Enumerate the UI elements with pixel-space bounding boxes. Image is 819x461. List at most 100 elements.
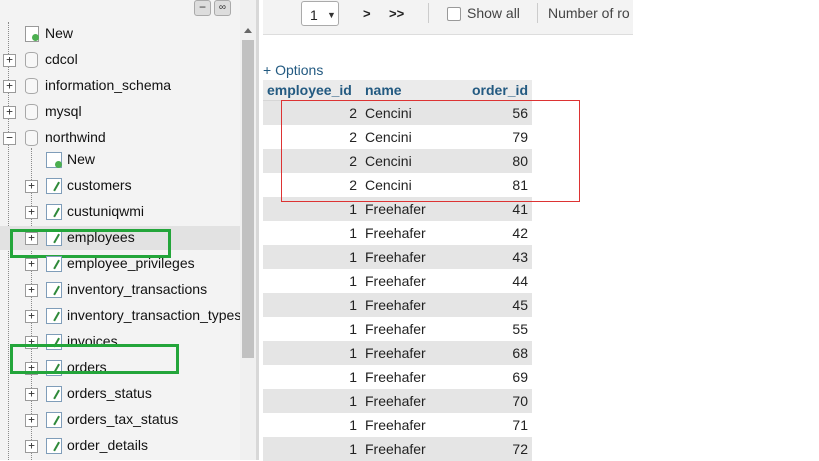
- tree-item-label[interactable]: inventory_transactions: [67, 281, 207, 297]
- cell-name: Freehafer: [361, 437, 465, 461]
- tree-item-orders-status[interactable]: + orders_status: [0, 382, 240, 406]
- table-icon: [46, 308, 62, 324]
- options-link[interactable]: + Options: [263, 62, 323, 78]
- table-row[interactable]: 1Freehafer55: [263, 317, 532, 341]
- tree-item-order-details[interactable]: + order_details: [0, 434, 240, 458]
- tree-item-label[interactable]: New: [45, 25, 73, 41]
- last-page-button[interactable]: >>: [389, 6, 404, 21]
- cell-order-id: 69: [465, 365, 532, 389]
- tree-item-northwind[interactable]: − northwind: [0, 126, 240, 150]
- cell-name: Freehafer: [361, 317, 465, 341]
- collapse-all-icon[interactable]: −: [194, 0, 211, 16]
- cell-employee-id: 1: [263, 365, 361, 389]
- table-row[interactable]: 1Freehafer71: [263, 413, 532, 437]
- tree-item-label[interactable]: orders_status: [67, 385, 152, 401]
- expand-icon[interactable]: +: [3, 54, 16, 67]
- table-row[interactable]: 1Freehafer69: [263, 365, 532, 389]
- table-icon: [46, 204, 62, 220]
- new-database-icon: [25, 26, 39, 42]
- tree-item-new[interactable]: New: [0, 22, 240, 46]
- expand-icon[interactable]: +: [25, 440, 38, 453]
- cell-employee-id: 1: [263, 341, 361, 365]
- cell-order-id: 42: [465, 221, 532, 245]
- tree-item-orders-tax-status[interactable]: + orders_tax_status: [0, 408, 240, 432]
- cell-employee-id: 1: [263, 269, 361, 293]
- table-row[interactable]: 1Freehafer43: [263, 245, 532, 269]
- column-header-name[interactable]: name: [361, 80, 465, 101]
- cell-order-id: 44: [465, 269, 532, 293]
- tree-item-custuniqwmi[interactable]: + custuniqwmi: [0, 200, 240, 224]
- cell-name: Freehafer: [361, 269, 465, 293]
- tree-item-label[interactable]: employee_privileges: [67, 255, 195, 271]
- column-header-employee-id[interactable]: employee_id: [263, 80, 361, 101]
- tree-item-label[interactable]: New: [67, 151, 95, 167]
- expand-icon[interactable]: +: [25, 310, 38, 323]
- expand-icon[interactable]: +: [25, 180, 38, 193]
- results-header-row: employee_id name order_id: [263, 80, 532, 101]
- tree-item-inventory-transactions[interactable]: + inventory_transactions: [0, 278, 240, 302]
- results-toolbar: 1 ▼ > >> Show all Number of ro: [263, 0, 633, 35]
- tree-item-information-schema[interactable]: + information_schema: [0, 74, 240, 98]
- tree-item-label[interactable]: cdcol: [45, 51, 78, 67]
- tree-item-inventory-transaction-types[interactable]: + inventory_transaction_types: [0, 304, 240, 328]
- table-icon: [46, 412, 62, 428]
- collapse-icon[interactable]: −: [3, 132, 16, 145]
- page-select[interactable]: 1 ▼: [301, 1, 339, 26]
- database-icon: [25, 130, 38, 146]
- table-row[interactable]: 1Freehafer72: [263, 437, 532, 461]
- cell-employee-id: 1: [263, 317, 361, 341]
- tree-item-label[interactable]: inventory_transaction_types: [67, 307, 241, 323]
- table-icon: [46, 256, 62, 272]
- cell-order-id: 55: [465, 317, 532, 341]
- cell-employee-id: 1: [263, 293, 361, 317]
- cell-order-id: 70: [465, 389, 532, 413]
- expand-icon[interactable]: +: [25, 388, 38, 401]
- expand-icon[interactable]: +: [25, 414, 38, 427]
- tree-item-label[interactable]: northwind: [45, 129, 106, 145]
- table-row[interactable]: 1Freehafer44: [263, 269, 532, 293]
- expand-icon[interactable]: +: [3, 106, 16, 119]
- cencini-rows-highlight: [281, 100, 580, 202]
- cell-employee-id: 1: [263, 389, 361, 413]
- cell-order-id: 68: [465, 341, 532, 365]
- cell-order-id: 43: [465, 245, 532, 269]
- nav-scrollbar[interactable]: [240, 0, 256, 460]
- tree-item-cdcol[interactable]: + cdcol: [0, 48, 240, 72]
- tree-item-employee-privileges[interactable]: + employee_privileges: [0, 252, 240, 276]
- cell-name: Freehafer: [361, 389, 465, 413]
- expand-icon[interactable]: +: [3, 80, 16, 93]
- expand-icon[interactable]: +: [25, 206, 38, 219]
- expand-icon[interactable]: +: [25, 258, 38, 271]
- table-row[interactable]: 1Freehafer68: [263, 341, 532, 365]
- table-row[interactable]: 1Freehafer42: [263, 221, 532, 245]
- scroll-up-arrow-icon[interactable]: [244, 28, 252, 33]
- tree-item-label[interactable]: mysql: [45, 103, 82, 119]
- table-icon: [46, 438, 62, 454]
- cell-employee-id: 1: [263, 221, 361, 245]
- column-header-order-id[interactable]: order_id: [465, 80, 532, 101]
- table-row[interactable]: 1Freehafer70: [263, 389, 532, 413]
- highlight-box-orders: [10, 344, 179, 374]
- table-icon: [46, 386, 62, 402]
- tree-item-label[interactable]: order_details: [67, 437, 148, 453]
- panel-divider[interactable]: [256, 0, 259, 460]
- number-of-rows-label: Number of ro: [548, 5, 633, 21]
- expand-icon[interactable]: +: [25, 284, 38, 297]
- cell-name: Freehafer: [361, 413, 465, 437]
- link-icon[interactable]: ∞: [214, 0, 231, 16]
- next-page-button[interactable]: >: [363, 6, 371, 21]
- tree-item-new[interactable]: New: [0, 148, 240, 172]
- tree-item-mysql[interactable]: + mysql: [0, 100, 240, 124]
- scroll-thumb[interactable]: [242, 40, 254, 358]
- tree-item-label[interactable]: custuniqwmi: [67, 203, 144, 219]
- show-all-checkbox[interactable]: [447, 7, 461, 21]
- tree-item-label[interactable]: orders_tax_status: [67, 411, 178, 427]
- cell-order-id: 71: [465, 413, 532, 437]
- tree-item-label[interactable]: customers: [67, 177, 132, 193]
- show-all-label: Show all: [467, 5, 520, 21]
- chevron-down-icon: ▼: [327, 10, 336, 20]
- toolbar-separator: [428, 3, 429, 23]
- tree-item-customers[interactable]: + customers: [0, 174, 240, 198]
- table-row[interactable]: 1Freehafer45: [263, 293, 532, 317]
- tree-item-label[interactable]: information_schema: [45, 77, 171, 93]
